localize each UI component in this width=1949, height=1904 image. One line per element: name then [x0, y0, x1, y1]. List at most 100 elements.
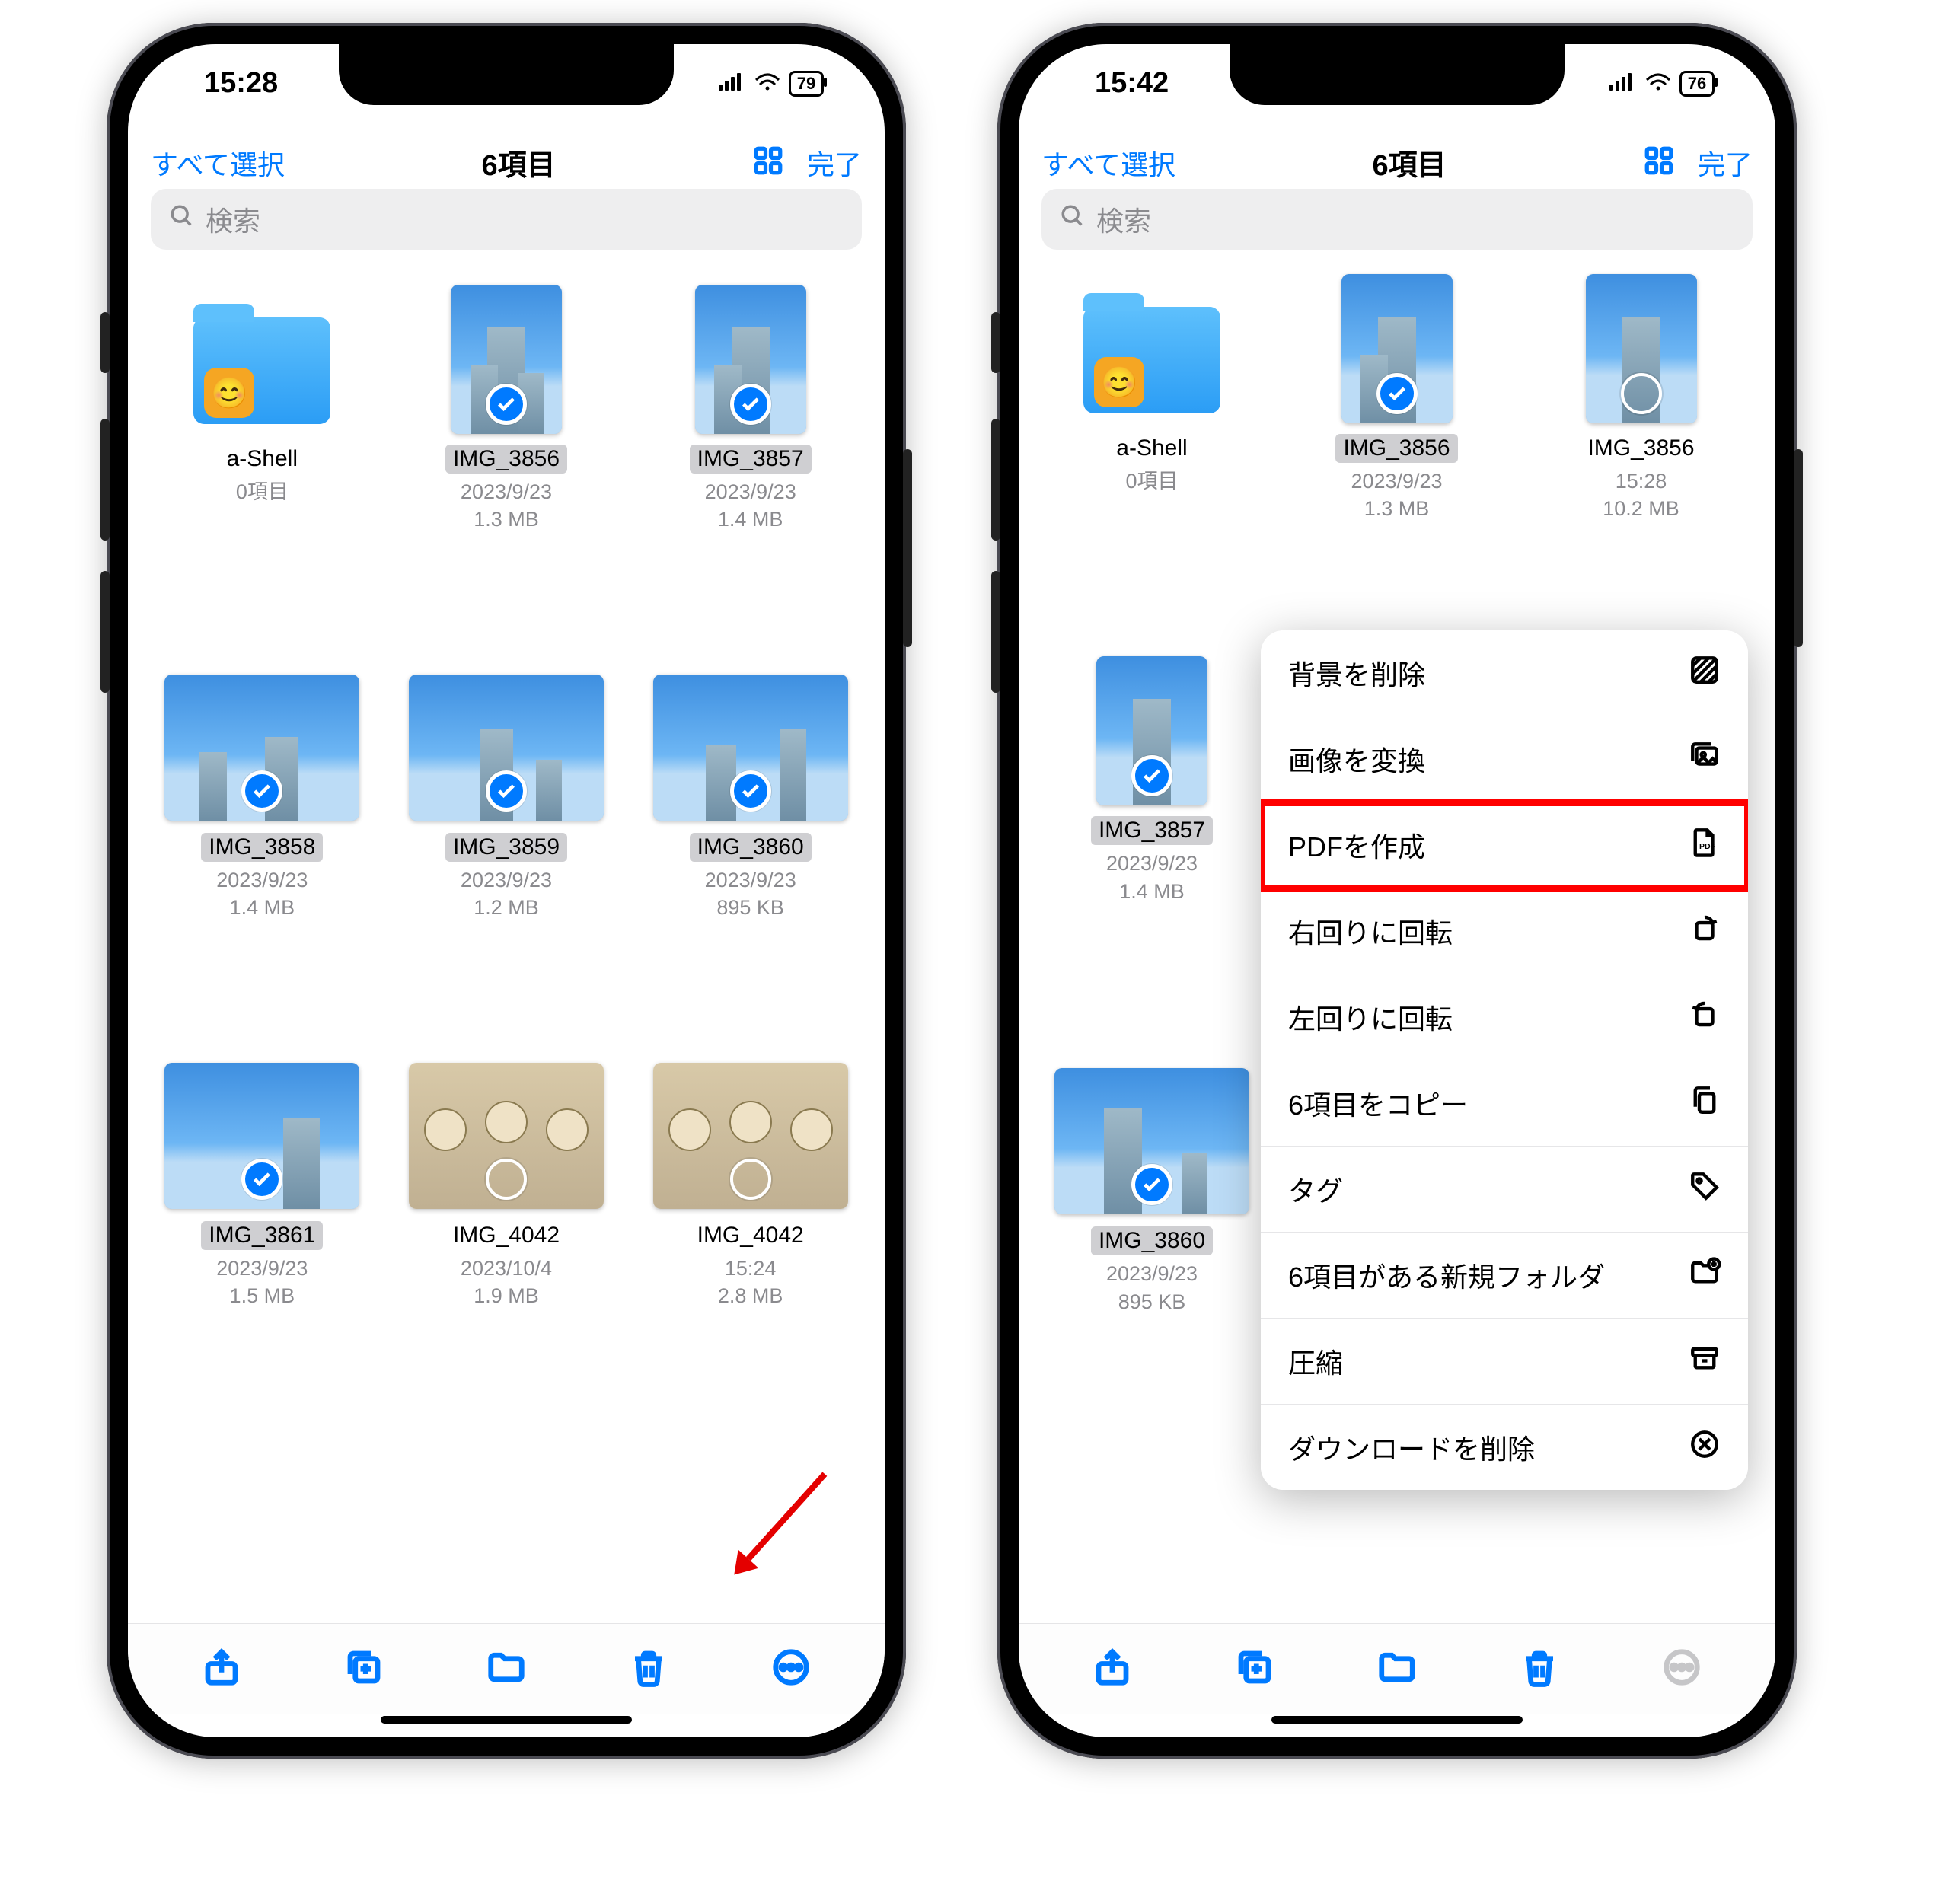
battery-icon: 79: [789, 71, 824, 97]
view-grid-icon[interactable]: [752, 145, 784, 180]
select-all-button[interactable]: すべて選択: [1041, 143, 1175, 183]
tag-icon: [1689, 1170, 1721, 1209]
thumbnail: [1054, 1068, 1249, 1214]
thumbnail: [1341, 274, 1453, 423]
search-icon: [1060, 203, 1086, 236]
cellular-icon: [719, 67, 746, 100]
file-item[interactable]: 😊 a-Shell 0項目: [1034, 273, 1270, 495]
file-item[interactable]: IMG_3856 2023/9/231.3 MB: [1278, 273, 1516, 523]
menu-copy[interactable]: 6項目をコピー: [1261, 1060, 1748, 1147]
rotate-cw-icon: [1689, 912, 1721, 951]
check-icon: [486, 770, 527, 812]
done-button[interactable]: 完了: [807, 143, 862, 183]
more-button[interactable]: [1661, 1647, 1702, 1692]
archive-icon: [1689, 1342, 1721, 1381]
file-item[interactable]: IMG_3860 2023/9/23895 KB: [1034, 1065, 1270, 1316]
thumbnail: [164, 1063, 359, 1209]
pdf-file-icon: PDF: [1689, 826, 1721, 865]
home-indicator[interactable]: [381, 1716, 632, 1724]
menu-compress[interactable]: 圧縮: [1261, 1319, 1748, 1405]
screen: 15:28 79 すべて選択 6項目 完了 検索: [128, 44, 885, 1737]
home-indicator[interactable]: [1271, 1716, 1523, 1724]
menu-remove-background[interactable]: 背景を削除: [1261, 630, 1748, 716]
file-item[interactable]: IMG_3857 2023/9/231.4 MB: [631, 283, 869, 671]
check-icon: [241, 770, 282, 812]
file-name: IMG_3861: [201, 1221, 323, 1250]
screen: 15:42 76 すべて選択 6項目 完了 検索 😊 a-Shell 0: [1019, 44, 1775, 1737]
thumbnail: [164, 675, 359, 821]
copy-icon: [1689, 1084, 1721, 1123]
file-item[interactable]: IMG_3856 2023/9/231.3 MB: [388, 283, 626, 671]
file-grid: 😊 a-Shell 0項目 IMG_3856 2023/9/231.3 MB I…: [128, 273, 885, 1623]
nav-bar: すべて選択 6項目 完了: [128, 128, 885, 197]
page-title: 6項目: [1372, 142, 1446, 183]
file-item[interactable]: IMG_3856 15:2810.2 MB: [1522, 273, 1760, 523]
file-item[interactable]: IMG_4042 2023/10/41.9 MB: [388, 1060, 626, 1448]
nav-bar: すべて選択 6項目 完了: [1019, 128, 1775, 197]
view-grid-icon[interactable]: [1643, 145, 1675, 180]
hollow-check-icon: [1621, 373, 1662, 414]
file-column: 😊 a-Shell 0項目 IMG_3857 2023/9/231.4 MB I…: [1034, 273, 1270, 1623]
file-name: IMG_4042: [690, 1221, 812, 1250]
wifi-icon: [1644, 67, 1672, 100]
context-menu: 背景を削除 画像を変換 PDFを作成PDF 右回りに回転 左回りに回転 6項目を…: [1261, 630, 1748, 1490]
select-all-button[interactable]: すべて選択: [151, 143, 285, 183]
file-item[interactable]: IMG_3858 2023/9/231.4 MB: [143, 671, 381, 1060]
move-button[interactable]: [1376, 1647, 1418, 1692]
file-name: IMG_3860: [690, 833, 812, 862]
search-field[interactable]: 検索: [151, 189, 862, 250]
hollow-check-icon: [486, 1159, 527, 1200]
file-name: IMG_3856: [1335, 434, 1457, 463]
done-button[interactable]: 完了: [1698, 143, 1753, 183]
menu-remove-download[interactable]: ダウンロードを削除: [1261, 1405, 1748, 1490]
page-title: 6項目: [481, 142, 555, 183]
more-button[interactable]: [770, 1647, 812, 1692]
hollow-check-icon: [730, 1159, 771, 1200]
menu-convert-image[interactable]: 画像を変換: [1261, 716, 1748, 802]
delete-button[interactable]: [1519, 1647, 1560, 1692]
thumbnail: [451, 285, 562, 434]
file-name: IMG_3859: [445, 833, 567, 862]
rotate-ccw-icon: [1689, 998, 1721, 1037]
phone-right: 15:42 76 すべて選択 6項目 完了 検索 😊 a-Shell 0: [997, 23, 1797, 1759]
menu-rotate-cw[interactable]: 右回りに回転: [1261, 888, 1748, 974]
file-item[interactable]: IMG_3861 2023/9/231.5 MB: [143, 1060, 381, 1448]
check-icon: [241, 1159, 282, 1200]
duplicate-button[interactable]: [1234, 1647, 1275, 1692]
file-item[interactable]: 😊 a-Shell 0項目: [143, 283, 381, 671]
status-time: 15:42: [1095, 67, 1169, 100]
delete-button[interactable]: [628, 1647, 669, 1692]
file-item[interactable]: IMG_4042 15:242.8 MB: [631, 1060, 869, 1448]
image-stack-icon: [1689, 740, 1721, 779]
check-icon: [1131, 1164, 1172, 1205]
check-icon: [1131, 755, 1172, 796]
move-button[interactable]: [486, 1647, 527, 1692]
cellular-icon: [1609, 67, 1637, 100]
share-button[interactable]: [1092, 1647, 1133, 1692]
file-name: a-Shell: [219, 445, 305, 474]
new-folder-icon: [1689, 1256, 1721, 1295]
menu-create-pdf[interactable]: PDFを作成PDF: [1261, 802, 1748, 888]
duplicate-button[interactable]: [343, 1647, 384, 1692]
menu-tag[interactable]: タグ: [1261, 1147, 1748, 1233]
file-item[interactable]: IMG_3860 2023/9/23895 KB: [631, 671, 869, 1060]
check-icon: [1376, 373, 1418, 414]
menu-new-folder[interactable]: 6項目がある新規フォルダ: [1261, 1233, 1748, 1319]
file-name: IMG_3857: [690, 445, 812, 474]
search-field[interactable]: 検索: [1041, 189, 1753, 250]
check-icon: [486, 384, 527, 425]
file-row-top: IMG_3856 2023/9/231.3 MB IMG_3856 15:281…: [1278, 273, 1760, 523]
search-placeholder: 検索: [1096, 199, 1151, 239]
thumbnail: [653, 1063, 848, 1209]
thumbnail: [653, 675, 848, 821]
share-button[interactable]: [201, 1647, 242, 1692]
file-item[interactable]: IMG_3857 2023/9/231.4 MB: [1034, 655, 1270, 905]
check-icon: [730, 384, 771, 425]
thumbnail: [409, 1063, 604, 1209]
file-item[interactable]: IMG_3859 2023/9/231.2 MB: [388, 671, 626, 1060]
menu-rotate-ccw[interactable]: 左回りに回転: [1261, 974, 1748, 1060]
file-name: IMG_3856: [1580, 434, 1702, 463]
search-icon: [169, 203, 195, 236]
file-name: IMG_3858: [201, 833, 323, 862]
file-name: IMG_3856: [445, 445, 567, 474]
